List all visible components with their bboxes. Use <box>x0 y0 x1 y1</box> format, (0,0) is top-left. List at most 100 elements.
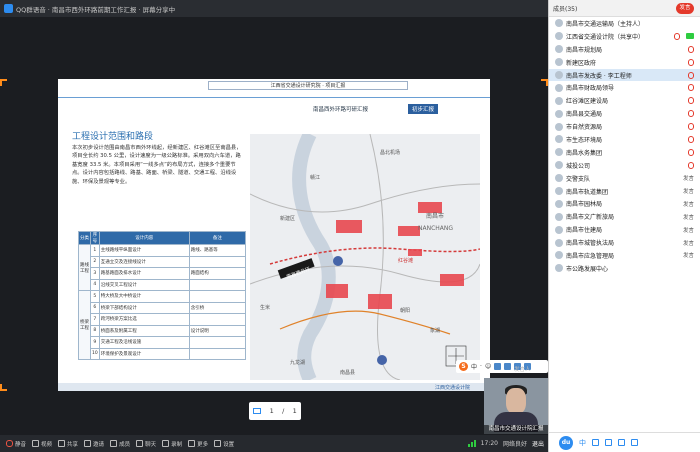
ime-voice-icon[interactable] <box>494 363 502 370</box>
slide-text-block: 工程设计范围和路段 本次初步设计范围由南昌市西外环线起，经新建区、红谷滩区至南昌… <box>72 129 242 186</box>
footer-icon[interactable] <box>631 439 638 446</box>
member-row[interactable]: 南昌市轨道集团 发言 <box>549 185 700 198</box>
table-cell: 4 <box>90 278 100 291</box>
member-name: 南昌市规划局 <box>566 46 603 54</box>
member-row[interactable]: 南昌市应急管理局 发言 <box>549 249 700 262</box>
sogou-ime-icon[interactable]: S <box>459 362 468 371</box>
page-current: 1 <box>269 407 274 415</box>
map-label: 新建区 <box>280 215 295 222</box>
video-button[interactable]: 视频 <box>32 440 52 448</box>
member-status: 发言 <box>682 240 694 247</box>
ime-toolbar[interactable]: S 中 · ☺ <box>456 360 548 373</box>
invite-icon <box>84 440 92 447</box>
member-row[interactable]: 交警支队 发言 <box>549 172 700 185</box>
table-cell: 设计说明 <box>188 324 247 337</box>
member-row[interactable]: 南昌市发改委 · 李工程师 <box>549 68 700 82</box>
table-header: 分类 <box>78 231 91 245</box>
member-name: 南昌市应急管理局 <box>566 252 615 260</box>
members-button[interactable]: 成员 <box>110 440 130 448</box>
microphone-icon[interactable] <box>688 84 694 92</box>
member-row[interactable]: 城投公司 <box>549 159 700 172</box>
member-name: 红谷滩区建设局 <box>566 98 609 106</box>
member-row[interactable]: 江西省交通设计院（共享中） <box>549 30 700 43</box>
avatar-icon <box>555 161 563 170</box>
microphone-icon[interactable] <box>688 71 694 79</box>
member-name: 南昌市发改委 · 李工程师 <box>566 72 632 80</box>
mute-button[interactable]: 静音 <box>6 440 26 448</box>
microphone-icon[interactable] <box>688 161 694 169</box>
page-total: 1 <box>292 407 297 415</box>
record-button[interactable]: 录制 <box>162 440 182 448</box>
member-row[interactable]: 南昌县交通局 <box>549 107 700 120</box>
member-row[interactable]: 南昌水务集团 <box>549 146 700 159</box>
member-row[interactable]: 南昌市交通运输局（主持人） <box>549 17 700 30</box>
speak-badge[interactable]: 发言 <box>676 2 694 14</box>
chat-button[interactable]: 聊天 <box>136 440 156 448</box>
ime-keyboard-icon[interactable] <box>504 363 512 370</box>
ime-punct[interactable]: · <box>480 363 482 370</box>
member-row[interactable]: 南昌市园林局 发言 <box>549 197 700 210</box>
slide-thumbnail-icon[interactable] <box>253 408 262 414</box>
microphone-icon[interactable] <box>688 45 694 53</box>
member-row[interactable]: 南昌市规划局 <box>549 43 700 56</box>
member-row[interactable]: 新建区政府 <box>549 56 700 69</box>
more-button[interactable]: 更多 <box>188 440 208 448</box>
footer-icon[interactable] <box>618 439 625 446</box>
microphone-icon[interactable] <box>688 58 694 66</box>
ime-emoji-icon[interactable]: ☺ <box>485 363 491 370</box>
map-label: 象湖 <box>430 327 440 334</box>
settings-button[interactable]: 设置 <box>214 440 234 448</box>
member-row[interactable]: 南昌市文广新旅局 发言 <box>549 210 700 223</box>
table-cell: 桥梁下部结构设计 <box>98 301 190 314</box>
member-row[interactable]: 市生态环境局 <box>549 133 700 146</box>
map-label: NANCHANG <box>418 225 453 232</box>
camera-icon <box>32 440 40 447</box>
microphone-icon[interactable] <box>688 135 694 143</box>
microphone-icon[interactable] <box>674 32 680 40</box>
table-cell: 2 <box>90 255 100 268</box>
share-screen-icon <box>58 440 66 447</box>
table-cell: 9 <box>90 336 100 349</box>
share-button[interactable]: 共享 <box>58 440 78 448</box>
member-row[interactable]: 市自然资源局 <box>549 120 700 133</box>
map-zone <box>326 284 348 298</box>
member-name: 城投公司 <box>566 162 591 170</box>
avatar-icon <box>555 225 563 234</box>
slide-tag: 初步汇报 <box>408 104 439 114</box>
page-indicator[interactable]: 1 / 1 <box>249 402 301 420</box>
speaker-video[interactable]: 发言人 南昌市交通设计院汇报 <box>484 367 548 434</box>
microphone-icon[interactable] <box>688 123 694 131</box>
du-logo-icon[interactable]: du <box>559 435 573 450</box>
table-row: 10 环境保护及景观设计 <box>79 347 247 360</box>
microphone-icon[interactable] <box>688 97 694 105</box>
table-row: 8 桥面系及附属工程 设计说明 <box>79 324 247 337</box>
speaker-tag: 发言人 <box>514 367 531 373</box>
member-row[interactable]: 南昌市住建局 发言 <box>549 223 700 236</box>
microphone-icon[interactable] <box>688 110 694 118</box>
camera-on-icon[interactable] <box>686 33 694 40</box>
avatar-icon <box>555 96 563 105</box>
member-row[interactable]: 市公路发展中心 <box>549 262 700 275</box>
table-cell <box>188 313 247 326</box>
ime-mode[interactable]: 中 <box>471 362 477 371</box>
avatar-icon <box>555 238 563 247</box>
table-cell: 含引桥 <box>188 301 247 314</box>
member-row[interactable]: 南昌市城管执法局 发言 <box>549 236 700 249</box>
gear-icon <box>214 440 222 447</box>
table-row: 桥梁工程 5 特大桥及大中桥设计 <box>78 290 247 360</box>
microphone-icon <box>6 440 13 447</box>
screen-share-stage: 江西省交通设计研究院 · 项目汇报 南昌西外环路可研汇报 初步汇报 工程设计范围… <box>0 17 548 435</box>
avatar-icon <box>555 251 563 260</box>
footer-icon[interactable] <box>605 439 612 446</box>
exit-button[interactable]: 退出 <box>532 439 544 448</box>
map-zone <box>408 249 422 256</box>
footer-icon[interactable] <box>592 439 599 446</box>
input-mode[interactable]: 中 <box>579 438 586 448</box>
member-name: 市自然资源局 <box>566 124 603 132</box>
microphone-icon[interactable] <box>688 148 694 156</box>
member-name: 南昌市交通运输局（主持人） <box>566 20 645 28</box>
invite-button[interactable]: 邀请 <box>84 440 104 448</box>
member-row[interactable]: 南昌市财政局领导 <box>549 81 700 94</box>
table-row: 6 桥梁下部结构设计 含引桥 <box>79 301 247 314</box>
member-row[interactable]: 红谷滩区建设局 <box>549 94 700 107</box>
